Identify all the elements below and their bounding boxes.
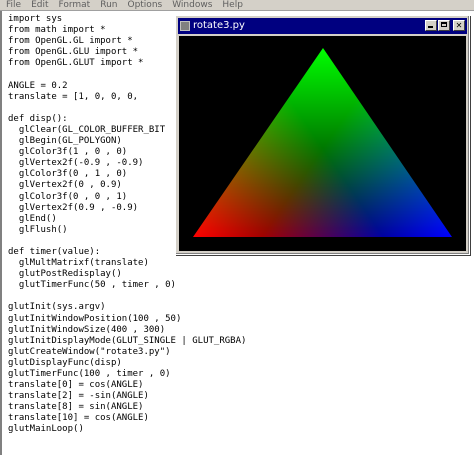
menu-format[interactable]: Format bbox=[54, 0, 96, 10]
menu-file[interactable]: File bbox=[0, 0, 26, 10]
code-line: glutInitDisplayMode(GLUT_SINGLE | GLUT_R… bbox=[8, 335, 247, 346]
menu-windows[interactable]: Windows bbox=[167, 0, 217, 10]
code-line: translate[0] = cos(ANGLE) bbox=[8, 380, 144, 391]
code-line: translate[2] = -sin(ANGLE) bbox=[8, 391, 149, 402]
app-icon bbox=[180, 21, 190, 31]
editor-menu-bar: File Edit Format Run Options Windows Help bbox=[0, 0, 474, 11]
menu-help[interactable]: Help bbox=[217, 0, 248, 10]
code-line: translate[10] = cos(ANGLE) bbox=[8, 413, 149, 424]
menu-run[interactable]: Run bbox=[95, 0, 122, 10]
code-line: glutMainLoop() bbox=[8, 424, 84, 435]
code-line: glutTimerFunc(100 , timer , 0) bbox=[8, 369, 171, 379]
code-line: glutDisplayFunc(disp) bbox=[8, 357, 122, 368]
menu-options[interactable]: Options bbox=[122, 0, 167, 10]
gl-window[interactable]: rotate3.py ✕ bbox=[175, 15, 470, 255]
code-line: translate[8] = sin(ANGLE) bbox=[8, 402, 144, 413]
menu-edit[interactable]: Edit bbox=[26, 0, 53, 10]
code-line: glutCreateWindow("rotate3.py") bbox=[8, 346, 171, 357]
minimize-button[interactable] bbox=[425, 20, 437, 31]
code-line: glutInit(sys.argv) bbox=[8, 302, 106, 313]
gl-canvas bbox=[179, 36, 466, 251]
code-line: glMultMatrixf(translate) bbox=[8, 258, 149, 269]
gl-window-titlebar[interactable]: rotate3.py ✕ bbox=[178, 18, 467, 34]
gradient-triangle bbox=[193, 48, 452, 237]
gl-window-title: rotate3.py bbox=[193, 20, 245, 31]
close-button[interactable]: ✕ bbox=[453, 20, 465, 31]
maximize-button[interactable] bbox=[438, 20, 450, 31]
code-line: glutPostRedisplay() bbox=[8, 269, 122, 280]
code-line: glutInitWindowSize(400 , 300) bbox=[8, 324, 166, 335]
code-line: glutTimerFunc(50 , timer , 0) bbox=[8, 280, 176, 291]
code-line: glutInitWindowPosition(100 , 50) bbox=[8, 313, 182, 324]
